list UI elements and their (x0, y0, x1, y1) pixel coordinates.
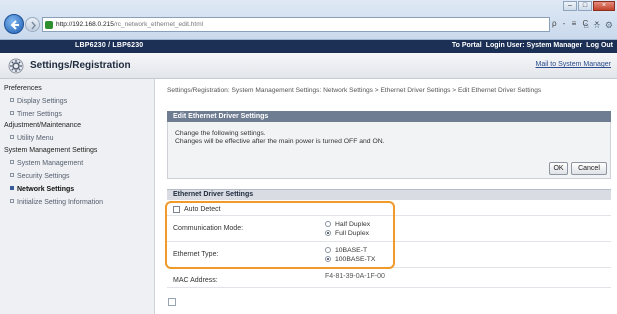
close-button[interactable]: × (593, 1, 615, 11)
half-duplex-option[interactable]: Half Duplex (325, 221, 370, 228)
site-icon (45, 20, 53, 29)
instruction-text-2: Changes will be effective after the main… (175, 138, 385, 145)
browser-icons: ⌂ ☆ ⚙ (583, 20, 613, 31)
back-button[interactable] (4, 14, 24, 34)
bullet-icon (10, 160, 14, 164)
home-icon[interactable]: ⌂ (583, 20, 588, 31)
log-out-link[interactable]: Log Out (586, 42, 613, 49)
minimize-button[interactable]: – (563, 1, 577, 11)
bullet-icon (10, 199, 14, 203)
tools-gear-icon[interactable]: ⚙ (605, 20, 613, 31)
forward-arrow-icon (31, 21, 36, 30)
to-portal-link[interactable]: To Portal (452, 42, 482, 49)
bullet-icon (10, 111, 14, 115)
page-icon (168, 298, 176, 306)
sidebar-category-adjustment[interactable]: Adjustment/Maintenance (4, 122, 81, 129)
forward-button[interactable] (25, 17, 40, 32)
sidebar-item-system-management[interactable]: System Management (10, 160, 83, 167)
bullet-icon (10, 173, 14, 177)
sidebar-item-network-settings[interactable]: Network Settings (10, 186, 74, 193)
radio-half-duplex[interactable] (325, 221, 331, 227)
title-bar: Settings/Registration Mail to System Man… (0, 53, 617, 79)
auto-detect-row: Auto Detect (167, 203, 611, 216)
url-host: http://192.168.0.215 (56, 21, 114, 28)
bullet-icon (10, 135, 14, 139)
mac-address-label: MAC Address: (173, 277, 218, 284)
10base-t-option[interactable]: 10BASE-T (325, 247, 367, 254)
sidebar-item-initialize[interactable]: Initialize Setting Information (10, 199, 103, 206)
cancel-button[interactable]: Cancel (571, 162, 607, 175)
favorites-icon[interactable]: ☆ (593, 20, 601, 31)
mail-to-manager-link[interactable]: Mail to System Manager (536, 61, 611, 68)
back-arrow-icon (10, 20, 19, 30)
address-bar[interactable]: http://192.168.0.215/rc_network_ethernet… (42, 17, 550, 32)
radio-10base-t[interactable] (325, 247, 331, 253)
url-path: /rc_network_ethernet_edit.html (113, 21, 204, 28)
auto-detect-checkbox[interactable] (173, 206, 180, 213)
communication-mode-label: Communication Mode: (173, 225, 244, 232)
instruction-text-1: Change the following settings. (175, 130, 266, 137)
sidebar-item-security-settings[interactable]: Security Settings (10, 173, 70, 180)
settings-gear-icon (8, 58, 24, 74)
sidebar-item-timer-settings[interactable]: Timer Settings (10, 111, 62, 118)
sidebar-category-preferences[interactable]: Preferences (4, 85, 42, 92)
ethernet-type-row: Ethernet Type: 10BASE-T 100BASE-TX (167, 242, 611, 268)
section-title: Ethernet Driver Settings (167, 189, 611, 200)
mac-address-row: MAC Address: F4-81-39-0A-1F-00 (167, 268, 611, 288)
ok-button[interactable]: OK (549, 162, 568, 175)
browser-toolbar: http://192.168.0.215/rc_network_ethernet… (0, 0, 617, 40)
full-duplex-option[interactable]: Full Duplex (325, 230, 369, 237)
auto-detect-label: Auto Detect (184, 206, 221, 213)
page-title: Settings/Registration (30, 60, 131, 71)
sidebar-item-utility-menu[interactable]: Utility Menu (10, 135, 54, 142)
sidebar-item-display-settings[interactable]: Display Settings (10, 98, 67, 105)
100base-tx-option[interactable]: 100BASE-TX (325, 256, 375, 263)
window-controls: – □ × (563, 1, 615, 11)
communication-mode-row: Communication Mode: Half Duplex Full Dup… (167, 216, 611, 242)
radio-full-duplex[interactable] (325, 230, 331, 236)
login-user: Login User: System Manager (485, 42, 583, 49)
breadcrumb: Settings/Registration: System Management… (167, 87, 542, 94)
bullet-icon (10, 98, 14, 102)
header-links: To Portal Login User: System Manager Log… (452, 42, 613, 49)
panel-title: Edit Ethernet Driver Settings (167, 111, 611, 122)
device-name: LBP6230 / LBP6230 (75, 42, 144, 49)
panel-body: Change the following settings. Changes w… (167, 122, 611, 179)
sidebar: Preferences Display Settings Timer Setti… (0, 79, 155, 314)
radio-100base-tx[interactable] (325, 256, 331, 262)
ethernet-type-label: Ethernet Type: (173, 251, 219, 258)
maximize-button[interactable]: □ (578, 1, 592, 11)
device-header: LBP6230 / LBP6230 To Portal Login User: … (0, 40, 617, 53)
mac-address-value: F4-81-39-0A-1F-00 (325, 273, 385, 280)
sidebar-category-system-management[interactable]: System Management Settings (4, 147, 97, 154)
bullet-icon (10, 186, 14, 190)
